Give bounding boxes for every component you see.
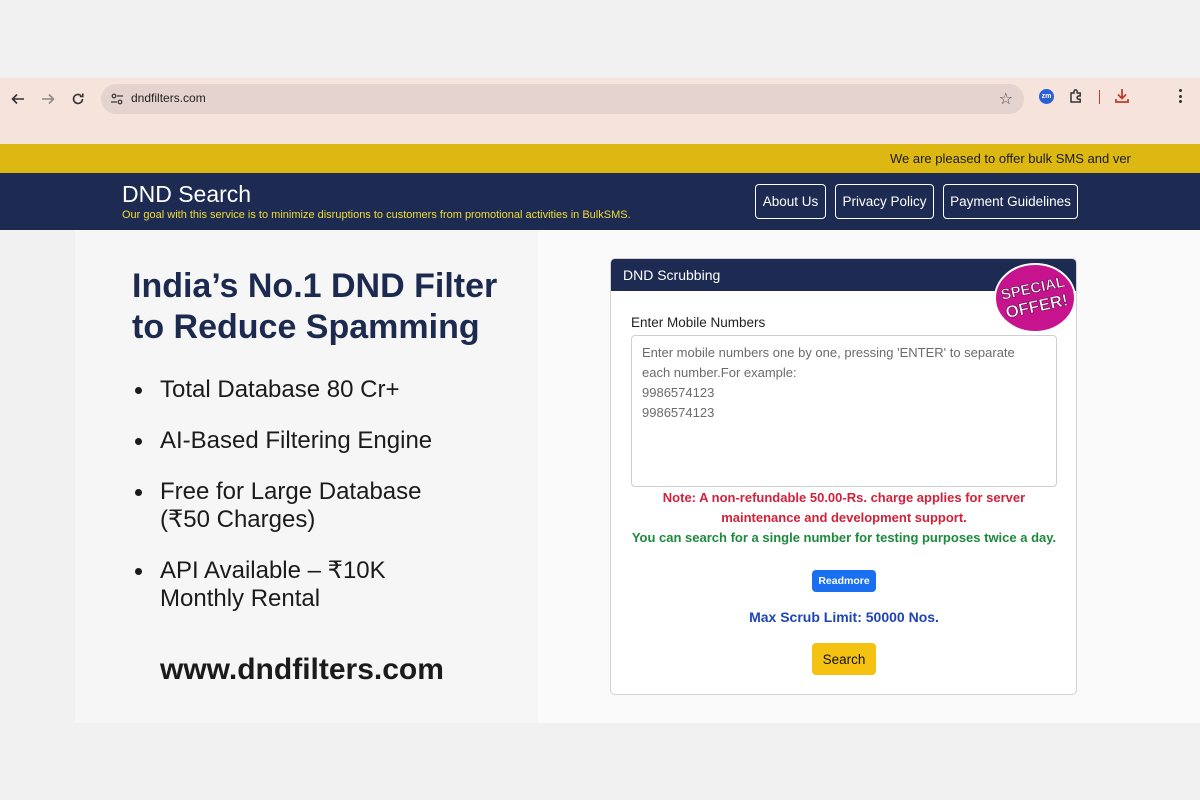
promo-headline: India’s No.1 DND Filter to Reduce Spammi… [132, 267, 498, 346]
bullet-dot [135, 438, 142, 445]
readmore-button[interactable]: Readmore [812, 570, 876, 592]
bullet-dot [135, 387, 142, 394]
max-scrub-limit: Max Scrub Limit: 50000 Nos. [749, 609, 939, 625]
feature-item: API Available – ₹10K Monthly Rental [133, 557, 533, 613]
feature-text-line2: Monthly Rental [160, 585, 321, 612]
browser-toolbar: dndfilters.com ☆ zm [0, 78, 1200, 144]
feature-list: Total Database 80 Cr+ AI-Based Filtering… [133, 376, 533, 636]
announcement-marquee: We are pleased to offer bulk SMS and ver [0, 144, 1200, 173]
zm-extension-icon[interactable]: zm [1039, 89, 1054, 104]
charge-note: Note: A non-refundable 50.00-Rs. charge … [662, 490, 1026, 525]
back-arrow-icon[interactable] [7, 88, 29, 110]
site-header: DND Search Our goal with this service is… [0, 173, 1200, 230]
site-title[interactable]: DND Search [122, 181, 251, 208]
marquee-text: We are pleased to offer bulk SMS and ver [890, 151, 1131, 166]
about-us-button[interactable]: About Us [755, 184, 826, 219]
feature-item: AI-Based Filtering Engine [133, 427, 533, 455]
bullet-dot [135, 568, 142, 575]
kebab-menu-icon[interactable] [1176, 87, 1184, 105]
feature-text: API Available – ₹10K [160, 557, 386, 584]
address-bar[interactable]: dndfilters.com ☆ [101, 84, 1024, 114]
mobile-numbers-label: Enter Mobile Numbers [631, 315, 766, 330]
toolbar-divider [1099, 90, 1100, 104]
site-settings-icon[interactable] [109, 91, 125, 107]
site-tagline: Our goal with this service is to minimiz… [122, 209, 631, 221]
feature-text: Total Database 80 Cr+ [160, 376, 400, 403]
promo-panel: India’s No.1 DND Filter to Reduce Spammi… [75, 230, 538, 723]
feature-item: Free for Large Database (₹50 Charges) [133, 478, 533, 534]
mobile-numbers-input[interactable] [631, 335, 1057, 487]
bookmark-star-icon[interactable]: ☆ [999, 89, 1013, 109]
download-icon[interactable] [1113, 87, 1131, 105]
bullet-dot [135, 489, 142, 496]
url-text[interactable]: dndfilters.com [131, 91, 206, 105]
testing-note: You can search for a single number for t… [631, 530, 1057, 545]
feature-text: AI-Based Filtering Engine [160, 427, 433, 454]
card-title: DND Scrubbing [623, 267, 721, 283]
search-button[interactable]: Search [812, 643, 876, 675]
privacy-policy-button[interactable]: Privacy Policy [835, 184, 934, 219]
puzzle-extension-icon[interactable] [1068, 87, 1086, 105]
feature-item: Total Database 80 Cr+ [133, 376, 533, 404]
special-offer-badge: SPECIAL OFFER! [994, 263, 1076, 333]
forward-arrow-icon[interactable] [37, 88, 59, 110]
feature-text-line2: (₹50 Charges) [160, 506, 316, 533]
promo-website: www.dndfilters.com [160, 653, 444, 686]
reload-icon[interactable] [67, 88, 89, 110]
screen: dndfilters.com ☆ zm We are pleased to of… [0, 0, 1200, 800]
payment-guidelines-button[interactable]: Payment Guidelines [943, 184, 1078, 219]
feature-text: Free for Large Database [160, 478, 422, 505]
